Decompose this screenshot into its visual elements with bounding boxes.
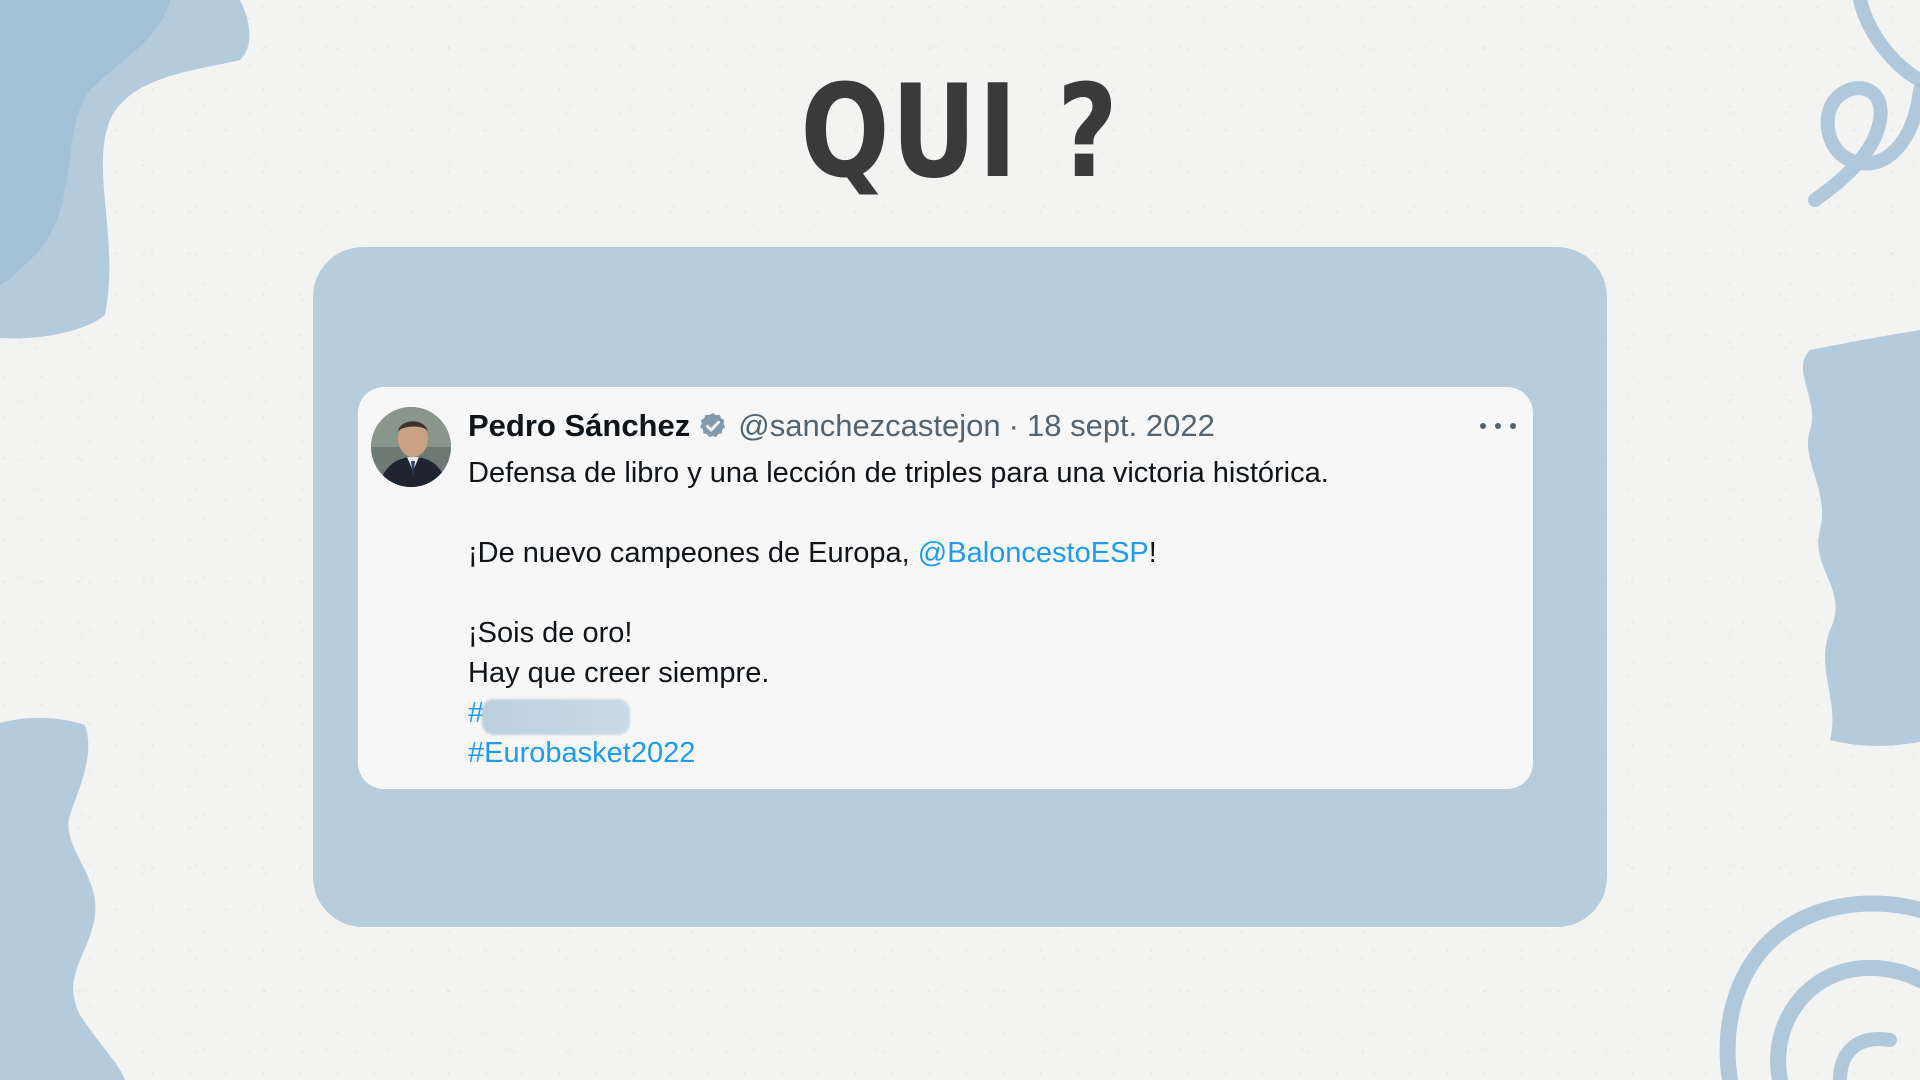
- tweet-text-line-4: Hay que creer siempre.: [468, 657, 770, 689]
- header-separator: ·: [1008, 408, 1019, 443]
- author-handle[interactable]: @sanchezcastejon: [738, 408, 1000, 444]
- tweet-text-line-2: ¡De nuevo campeones de Europa, @Balonces…: [468, 533, 1157, 573]
- slide-title: QUI ?: [800, 58, 1120, 207]
- tweet-text-line-3: ¡Sois de oro!: [468, 617, 633, 649]
- verified-badge-icon: [698, 411, 728, 441]
- decor-bottom-left-blob: [0, 717, 125, 1080]
- more-options-icon[interactable]: [1480, 411, 1516, 441]
- author-name[interactable]: Pedro Sánchez: [468, 408, 690, 444]
- mention-link[interactable]: @BaloncestoESP: [918, 537, 1149, 569]
- decor-right-wavy-blob: [1802, 330, 1920, 746]
- tweet-text-line-2-prefix: ¡De nuevo campeones de Europa,: [468, 537, 918, 569]
- tweet-date[interactable]: 18 sept. 2022: [1027, 408, 1215, 444]
- tweet-header: Pedro Sánchez @sanchezcastejon · 18 sept…: [468, 406, 1215, 446]
- tweet-text-line-2-suffix: !: [1148, 537, 1157, 569]
- decor-bottom-right-swirl: [1719, 895, 1920, 1080]
- author-avatar[interactable]: [371, 407, 451, 487]
- tweet-text-line-1: Defensa de libro y una lección de triple…: [468, 457, 1329, 489]
- hashtag-link-2[interactable]: #Eurobasket2022: [468, 733, 695, 773]
- avatar-photo: [371, 407, 451, 487]
- redaction-blur: [482, 699, 630, 735]
